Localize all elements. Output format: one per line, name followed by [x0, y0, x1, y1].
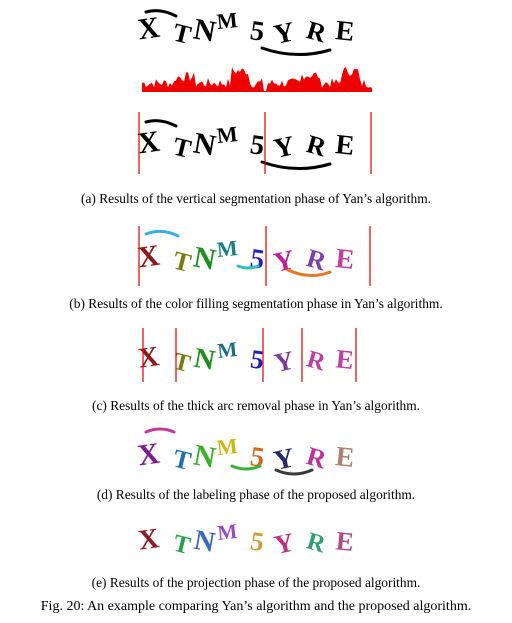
- arc-removal-glyph-7: E: [335, 343, 356, 375]
- projection-glyph-3: M: [216, 519, 238, 545]
- color-fill-glyph-1: T: [170, 246, 194, 278]
- projection-glyph-6: R: [304, 528, 330, 559]
- labeling-glyph-3: M: [216, 433, 239, 460]
- color-fill-glyph-7: E: [334, 243, 356, 276]
- original-glyph-7: E: [334, 15, 356, 48]
- projection-glyph-7: E: [335, 525, 356, 557]
- color-fill-teal-arc: [236, 264, 260, 270]
- caption-d: (d) Results of the labeling phase of the…: [96, 487, 416, 502]
- segmented-glyph-3: M: [216, 121, 239, 148]
- segmented-glyph-5: Y: [271, 130, 297, 165]
- labeling-glyph-6: R: [303, 441, 329, 474]
- arc-removal-glyph-0: X: [136, 341, 161, 375]
- labeling-top-arc: [144, 427, 176, 434]
- segmented-glyph-1: T: [170, 132, 194, 164]
- captcha-color-filling: X TNM 5 Y R E: [136, 226, 371, 286]
- labeling-glyph-2: N: [191, 439, 218, 475]
- original-glyph-5: Y: [271, 16, 297, 51]
- color-fill-glyph-6: R: [303, 243, 329, 276]
- segmented-bottom-arc: [260, 160, 332, 171]
- color-fill-glyph-2: N: [191, 241, 218, 277]
- captcha-original: X TNM 5 Y R E: [136, 7, 356, 57]
- labeling-green-arc: [230, 464, 262, 471]
- projection-glyph-5: Y: [272, 527, 297, 560]
- arc-removal-glyph-5: Y: [272, 345, 297, 378]
- original-glyph-2: N: [191, 13, 218, 49]
- caption-e: (e) Results of the projection phase of t…: [91, 575, 421, 590]
- original-glyph-4: 5: [248, 15, 266, 48]
- captcha-labeling: X TNM 5 Y R E: [136, 427, 356, 477]
- segmented-glyph-7: E: [334, 129, 356, 162]
- labeling-glyph-7: E: [334, 441, 356, 474]
- projection-glyph-1: T: [171, 530, 194, 560]
- caption-b: (b) Results of the color filling segment…: [69, 296, 443, 311]
- arc-removal-glyph-3: M: [216, 337, 238, 363]
- captcha-thick-arc-removal: X TNM 5 Y R E: [136, 328, 357, 382]
- color-fill-glyph-3: M: [216, 235, 239, 262]
- original-bottom-arc: [260, 46, 332, 57]
- segmented-glyph-4: 5: [248, 129, 266, 162]
- segmented-glyph-6: R: [303, 129, 329, 162]
- original-glyph-1: T: [170, 18, 194, 50]
- arc-removal-glyph-1: T: [171, 348, 194, 378]
- captcha-projection: X TNM 5 Y R E: [136, 519, 356, 560]
- vertical-projection-histogram: [142, 67, 372, 92]
- caption-c: (c) Results of the thick arc removal pha…: [92, 398, 420, 413]
- captcha-vertical-segmentation: X TNM 5 Y R E: [136, 112, 372, 174]
- segmented-glyph-0: X: [136, 125, 162, 161]
- labeling-glyph-0: X: [136, 437, 162, 473]
- projection-glyph-2: N: [192, 525, 218, 559]
- arc-removal-glyph-2: N: [192, 343, 218, 377]
- caption-a: (a) Results of the vertical segmentation…: [81, 191, 431, 206]
- color-fill-top-arc: [144, 229, 180, 238]
- original-glyph-0: X: [136, 11, 162, 47]
- segmented-glyph-2: N: [191, 127, 218, 163]
- color-fill-glyph-0: X: [136, 239, 162, 275]
- color-fill-glyph-4: 5: [248, 243, 266, 276]
- original-glyph-3: M: [216, 7, 239, 34]
- projection-glyph-0: X: [136, 523, 161, 557]
- projection-glyph-4: 5: [249, 526, 266, 558]
- arc-removal-glyph-6: R: [304, 346, 330, 377]
- original-glyph-6: R: [303, 15, 329, 48]
- figure-caption: Fig. 20: An example comparing Yan’s algo…: [40, 599, 472, 614]
- labeling-glyph-1: T: [170, 444, 194, 476]
